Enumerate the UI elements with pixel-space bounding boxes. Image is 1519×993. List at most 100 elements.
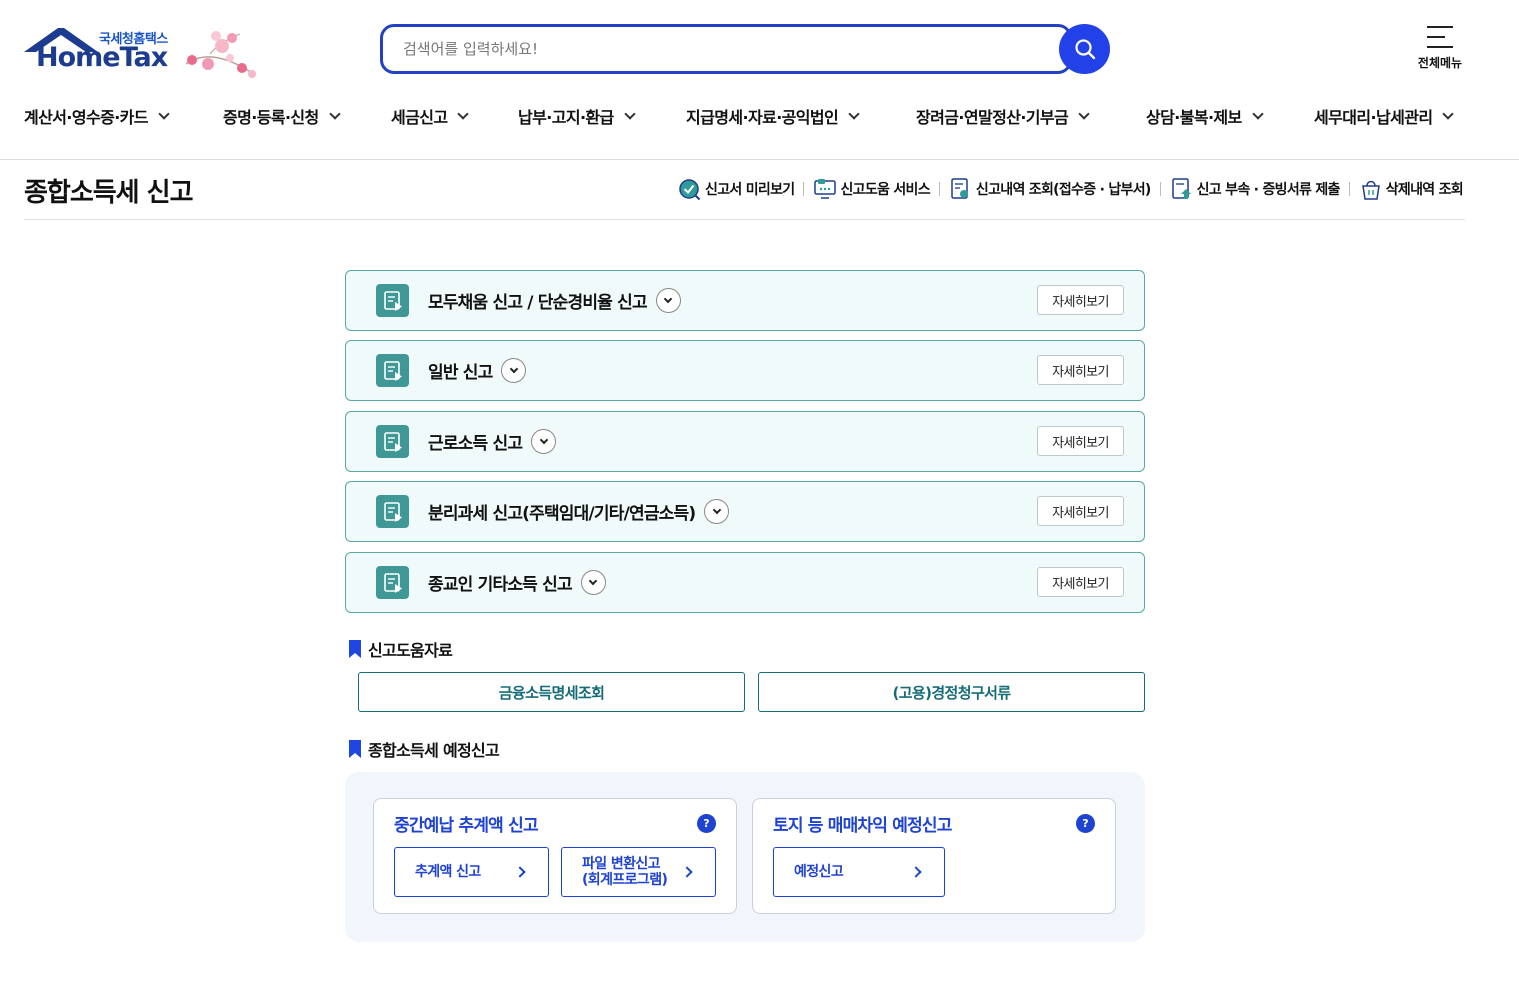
document-edit-icon — [376, 284, 409, 317]
preliminary-filing-button[interactable]: 예정신고 — [773, 847, 945, 897]
gnb-label: 지급명세·자료·공익법인 — [686, 108, 839, 127]
search-button[interactable] — [1059, 24, 1110, 74]
quick-link-label: 신고내역 조회(접수증 · 납부서) — [975, 182, 1151, 198]
section-title-help: 신고도움자료 — [349, 637, 453, 661]
bookmark-icon — [349, 740, 361, 758]
accordion-title: 종교인 기타소득 신고 — [428, 570, 606, 595]
accordion-earned-income[interactable]: 근로소득 신고 자세히보기 — [345, 411, 1145, 472]
document-edit-icon — [376, 354, 409, 387]
quick-link-label: 신고도움 서비스 — [840, 182, 930, 198]
accordion-title-text: 종교인 기타소득 신고 — [428, 575, 573, 595]
quick-link-submit-docs[interactable]: 신고 부속 · 증빙서류 제출 — [1170, 177, 1340, 201]
divider — [1159, 182, 1161, 196]
document-upload-icon — [1171, 178, 1191, 199]
gnb-label: 세무대리·납세관리 — [1314, 108, 1433, 127]
accordion-title: 분리과세 신고(주택임대/기타/연금소득) — [428, 499, 730, 524]
button-label: 예정신고 — [794, 864, 844, 880]
gnb-item-incentive[interactable]: 장려금·연말정산·기부금 — [916, 104, 1090, 128]
accordion-title: 근로소득 신고 — [428, 429, 557, 454]
header-divider — [0, 159, 1519, 160]
button-label: 파일 변환신고 (회계프로그램) — [582, 856, 668, 888]
section-title-preliminary: 종합소득세 예정신고 — [349, 737, 500, 761]
button-label-line2: (회계프로그램) — [582, 872, 668, 888]
global-nav: 계산서·영수증·카드 증명·등록·신청 세금신고 납부·고지·환급 지급명세·자… — [24, 104, 1474, 134]
chevron-down-icon — [539, 435, 548, 445]
divider — [803, 182, 805, 196]
accordion-title-text: 분리과세 신고(주택임대/기타/연금소득) — [428, 504, 696, 524]
gnb-item-agent[interactable]: 세무대리·납세관리 — [1314, 104, 1455, 128]
details-button[interactable]: 자세히보기 — [1037, 426, 1124, 456]
gnb-label: 장려금·연말정산·기부금 — [916, 108, 1069, 127]
details-button[interactable]: 자세히보기 — [1037, 355, 1124, 385]
accordion-title: 일반 신고 — [428, 358, 527, 383]
document-edit-icon — [376, 566, 409, 599]
chevron-down-icon — [158, 108, 170, 120]
quick-link-label: 삭제내역 조회 — [1385, 182, 1464, 198]
card-land-trading-profit: 토지 등 매매차익 예정신고 ? 예정신고 — [752, 798, 1116, 914]
document-search-icon — [951, 178, 968, 199]
card-interim-prepayment: 중간예납 추계액 신고 ? 추계액 신고 파일 변환신고 (회계프로그램) — [373, 798, 737, 914]
expand-toggle[interactable] — [580, 570, 606, 595]
quick-link-help-service[interactable]: 신고도움 서비스 — [813, 177, 931, 201]
document-edit-icon — [376, 425, 409, 458]
chevron-down-icon — [329, 108, 341, 120]
accordion-title: 모두채움 신고 / 단순경비율 신고 — [428, 288, 681, 313]
expand-toggle[interactable] — [655, 288, 681, 313]
details-button[interactable]: 자세히보기 — [1037, 567, 1124, 597]
details-button[interactable]: 자세히보기 — [1037, 496, 1124, 526]
bookmark-icon — [349, 640, 361, 658]
search-box — [380, 24, 1072, 74]
accordion-title-text: 모두채움 신고 / 단순경비율 신고 — [428, 293, 648, 313]
accordion-title-text: 일반 신고 — [428, 363, 493, 383]
hamburger-icon — [1427, 26, 1453, 48]
financial-income-lookup-button[interactable]: 금융소득명세조회 — [358, 672, 745, 712]
button-label: 추계액 신고 — [415, 864, 481, 880]
hometax-logo[interactable]: 국세청홈택스 HomeTax — [24, 24, 260, 82]
expand-toggle[interactable] — [704, 499, 730, 524]
quick-link-preview[interactable]: 신고서 미리보기 — [678, 177, 795, 201]
details-button[interactable]: 자세히보기 — [1037, 285, 1124, 315]
accordion-religious[interactable]: 종교인 기타소득 신고 자세히보기 — [345, 552, 1145, 613]
gnb-label: 계산서·영수증·카드 — [24, 108, 149, 127]
section-title-text: 신고도움자료 — [368, 641, 453, 660]
expand-toggle[interactable] — [531, 429, 557, 454]
magnifier-check-icon — [679, 179, 701, 201]
gnb-item-statement[interactable]: 지급명세·자료·공익법인 — [686, 104, 860, 128]
gnb-item-certificate[interactable]: 증명·등록·신청 — [223, 104, 341, 128]
quick-link-label: 신고 부속 · 증빙서류 제출 — [1196, 182, 1341, 198]
search-icon — [1074, 39, 1095, 60]
chevron-down-icon — [589, 576, 598, 586]
chevron-down-icon — [1252, 108, 1264, 120]
quick-link-label: 신고서 미리보기 — [705, 182, 795, 198]
gnb-label: 상담·불복·제보 — [1146, 108, 1242, 127]
help-icon[interactable]: ? — [697, 814, 716, 833]
all-menu-button[interactable]: 전체메뉴 — [1408, 24, 1472, 71]
estimate-filing-button[interactable]: 추계액 신고 — [394, 847, 549, 897]
accordion-all-fill[interactable]: 모두채움 신고 / 단순경비율 신고 자세히보기 — [345, 270, 1145, 331]
chevron-down-icon — [712, 505, 722, 515]
chevron-down-icon — [664, 294, 673, 304]
title-divider — [24, 219, 1465, 220]
gnb-label: 납부·고지·환급 — [518, 108, 614, 127]
card-title: 중간예납 추계액 신고 — [394, 816, 539, 836]
accordion-title-text: 근로소득 신고 — [428, 434, 523, 454]
monitor-chat-icon — [814, 179, 837, 199]
quick-link-history[interactable]: 신고내역 조회(접수증 · 납부서) — [949, 177, 1151, 201]
card-title: 토지 등 매매차익 예정신고 — [773, 816, 952, 836]
divider — [1348, 182, 1350, 196]
gnb-item-invoice[interactable]: 계산서·영수증·카드 — [24, 104, 170, 128]
gnb-item-payment[interactable]: 납부·고지·환급 — [518, 104, 636, 128]
file-conversion-filing-button[interactable]: 파일 변환신고 (회계프로그램) — [561, 847, 716, 897]
accordion-general[interactable]: 일반 신고 자세히보기 — [345, 340, 1145, 401]
accordion-separate-tax[interactable]: 분리과세 신고(주택임대/기타/연금소득) 자세히보기 — [345, 481, 1145, 542]
page-title: 종합소득세 신고 — [24, 178, 193, 208]
help-icon[interactable]: ? — [1076, 814, 1095, 833]
chevron-down-icon — [457, 108, 470, 120]
search-input[interactable] — [383, 27, 1069, 71]
expand-toggle[interactable] — [501, 358, 527, 383]
gnb-item-consulting[interactable]: 상담·불복·제보 — [1146, 104, 1264, 128]
chevron-down-icon — [509, 364, 519, 374]
gnb-item-tax-filing[interactable]: 세금신고 — [391, 104, 470, 128]
correction-claim-docs-button[interactable]: (고용)경정청구서류 — [758, 672, 1145, 712]
quick-link-deleted[interactable]: 삭제내역 조회 — [1359, 177, 1464, 201]
